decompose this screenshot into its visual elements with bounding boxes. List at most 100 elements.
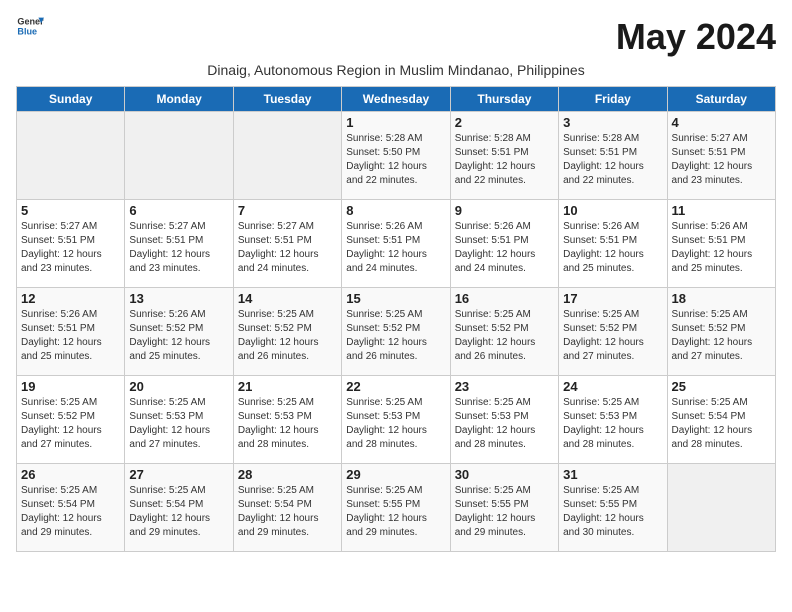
- month-title: May 2024: [616, 16, 776, 58]
- calendar-cell: 21 Sunrise: 5:25 AMSunset: 5:53 PMDayligh…: [233, 376, 341, 464]
- day-number: 21: [238, 379, 337, 394]
- day-info: Sunrise: 5:25 AMSunset: 5:54 PMDaylight:…: [672, 396, 771, 452]
- day-info: Sunrise: 5:26 AMSunset: 5:51 PMDaylight:…: [672, 220, 771, 276]
- day-info: Sunrise: 5:25 AMSunset: 5:53 PMDaylight:…: [129, 396, 228, 452]
- calendar-cell: 15 Sunrise: 5:25 AMSunset: 5:52 PMDayligh…: [342, 288, 450, 376]
- calendar-subtitle: Dinaig, Autonomous Region in Muslim Mind…: [16, 62, 776, 78]
- calendar-cell: [233, 112, 341, 200]
- day-info: Sunrise: 5:27 AMSunset: 5:51 PMDaylight:…: [672, 132, 771, 188]
- day-info: Sunrise: 5:25 AMSunset: 5:52 PMDaylight:…: [21, 396, 120, 452]
- day-number: 25: [672, 379, 771, 394]
- calendar-cell: 7 Sunrise: 5:27 AMSunset: 5:51 PMDaylight…: [233, 200, 341, 288]
- weekday-header: Sunday: [17, 87, 125, 112]
- day-info: Sunrise: 5:26 AMSunset: 5:51 PMDaylight:…: [455, 220, 554, 276]
- day-number: 23: [455, 379, 554, 394]
- day-number: 13: [129, 291, 228, 306]
- day-number: 4: [672, 115, 771, 130]
- day-info: Sunrise: 5:25 AMSunset: 5:53 PMDaylight:…: [455, 396, 554, 452]
- day-info: Sunrise: 5:28 AMSunset: 5:51 PMDaylight:…: [563, 132, 662, 188]
- day-number: 5: [21, 203, 120, 218]
- day-info: Sunrise: 5:26 AMSunset: 5:52 PMDaylight:…: [129, 308, 228, 364]
- calendar-cell: 18 Sunrise: 5:25 AMSunset: 5:52 PMDayligh…: [667, 288, 775, 376]
- calendar-cell: 9 Sunrise: 5:26 AMSunset: 5:51 PMDaylight…: [450, 200, 558, 288]
- weekday-header: Thursday: [450, 87, 558, 112]
- day-info: Sunrise: 5:26 AMSunset: 5:51 PMDaylight:…: [346, 220, 445, 276]
- day-number: 2: [455, 115, 554, 130]
- day-number: 10: [563, 203, 662, 218]
- calendar-cell: 10 Sunrise: 5:26 AMSunset: 5:51 PMDayligh…: [559, 200, 667, 288]
- day-number: 11: [672, 203, 771, 218]
- day-info: Sunrise: 5:27 AMSunset: 5:51 PMDaylight:…: [238, 220, 337, 276]
- calendar-cell: 11 Sunrise: 5:26 AMSunset: 5:51 PMDayligh…: [667, 200, 775, 288]
- calendar-cell: 25 Sunrise: 5:25 AMSunset: 5:54 PMDayligh…: [667, 376, 775, 464]
- day-info: Sunrise: 5:25 AMSunset: 5:55 PMDaylight:…: [346, 484, 445, 540]
- calendar-cell: 6 Sunrise: 5:27 AMSunset: 5:51 PMDaylight…: [125, 200, 233, 288]
- day-number: 26: [21, 467, 120, 482]
- calendar-cell: 14 Sunrise: 5:25 AMSunset: 5:52 PMDayligh…: [233, 288, 341, 376]
- day-info: Sunrise: 5:25 AMSunset: 5:53 PMDaylight:…: [238, 396, 337, 452]
- day-number: 17: [563, 291, 662, 306]
- day-number: 8: [346, 203, 445, 218]
- day-info: Sunrise: 5:25 AMSunset: 5:52 PMDaylight:…: [346, 308, 445, 364]
- day-number: 6: [129, 203, 228, 218]
- day-number: 30: [455, 467, 554, 482]
- calendar-cell: 12 Sunrise: 5:26 AMSunset: 5:51 PMDayligh…: [17, 288, 125, 376]
- day-number: 1: [346, 115, 445, 130]
- day-info: Sunrise: 5:25 AMSunset: 5:52 PMDaylight:…: [563, 308, 662, 364]
- day-number: 3: [563, 115, 662, 130]
- day-info: Sunrise: 5:25 AMSunset: 5:52 PMDaylight:…: [455, 308, 554, 364]
- calendar-cell: [667, 464, 775, 552]
- day-number: 24: [563, 379, 662, 394]
- svg-text:Blue: Blue: [17, 26, 37, 36]
- day-number: 28: [238, 467, 337, 482]
- calendar-cell: 29 Sunrise: 5:25 AMSunset: 5:55 PMDayligh…: [342, 464, 450, 552]
- calendar-cell: [17, 112, 125, 200]
- calendar-cell: 17 Sunrise: 5:25 AMSunset: 5:52 PMDayligh…: [559, 288, 667, 376]
- day-info: Sunrise: 5:25 AMSunset: 5:55 PMDaylight:…: [455, 484, 554, 540]
- day-info: Sunrise: 5:25 AMSunset: 5:52 PMDaylight:…: [238, 308, 337, 364]
- weekday-header: Wednesday: [342, 87, 450, 112]
- weekday-header: Saturday: [667, 87, 775, 112]
- weekday-header: Monday: [125, 87, 233, 112]
- day-number: 14: [238, 291, 337, 306]
- day-info: Sunrise: 5:25 AMSunset: 5:55 PMDaylight:…: [563, 484, 662, 540]
- day-number: 12: [21, 291, 120, 306]
- calendar-cell: 8 Sunrise: 5:26 AMSunset: 5:51 PMDaylight…: [342, 200, 450, 288]
- day-info: Sunrise: 5:26 AMSunset: 5:51 PMDaylight:…: [563, 220, 662, 276]
- day-info: Sunrise: 5:25 AMSunset: 5:54 PMDaylight:…: [238, 484, 337, 540]
- day-info: Sunrise: 5:25 AMSunset: 5:53 PMDaylight:…: [563, 396, 662, 452]
- day-info: Sunrise: 5:26 AMSunset: 5:51 PMDaylight:…: [21, 308, 120, 364]
- calendar-cell: 19 Sunrise: 5:25 AMSunset: 5:52 PMDayligh…: [17, 376, 125, 464]
- logo: General Blue: [16, 16, 44, 40]
- day-number: 18: [672, 291, 771, 306]
- calendar-cell: 30 Sunrise: 5:25 AMSunset: 5:55 PMDayligh…: [450, 464, 558, 552]
- day-info: Sunrise: 5:25 AMSunset: 5:54 PMDaylight:…: [21, 484, 120, 540]
- day-info: Sunrise: 5:28 AMSunset: 5:50 PMDaylight:…: [346, 132, 445, 188]
- calendar-cell: 22Sunrise: 5:25 AMSunset: 5:53 PMDayligh…: [342, 376, 450, 464]
- day-info: Sunrise: 5:27 AMSunset: 5:51 PMDaylight:…: [21, 220, 120, 276]
- day-number: 22: [346, 379, 445, 394]
- day-info: Sunrise: 5:25 AMSunset: 5:52 PMDaylight:…: [672, 308, 771, 364]
- calendar-cell: 4 Sunrise: 5:27 AMSunset: 5:51 PMDaylight…: [667, 112, 775, 200]
- day-number: 9: [455, 203, 554, 218]
- day-number: 29: [346, 467, 445, 482]
- day-info: Sunrise: 5:27 AMSunset: 5:51 PMDaylight:…: [129, 220, 228, 276]
- weekday-header: Friday: [559, 87, 667, 112]
- day-info: Sunrise: 5:28 AMSunset: 5:51 PMDaylight:…: [455, 132, 554, 188]
- day-number: 7: [238, 203, 337, 218]
- day-number: 20: [129, 379, 228, 394]
- calendar-cell: 1 Sunrise: 5:28 AMSunset: 5:50 PMDaylight…: [342, 112, 450, 200]
- calendar-cell: 31Sunrise: 5:25 AMSunset: 5:55 PMDayligh…: [559, 464, 667, 552]
- day-number: 19: [21, 379, 120, 394]
- day-number: 15: [346, 291, 445, 306]
- calendar-cell: [125, 112, 233, 200]
- calendar-cell: 3 Sunrise: 5:28 AMSunset: 5:51 PMDaylight…: [559, 112, 667, 200]
- calendar-cell: 26 Sunrise: 5:25 AMSunset: 5:54 PMDayligh…: [17, 464, 125, 552]
- calendar-cell: 5 Sunrise: 5:27 AMSunset: 5:51 PMDaylight…: [17, 200, 125, 288]
- day-number: 27: [129, 467, 228, 482]
- day-number: 16: [455, 291, 554, 306]
- calendar-cell: 20 Sunrise: 5:25 AMSunset: 5:53 PMDayligh…: [125, 376, 233, 464]
- calendar-cell: 2 Sunrise: 5:28 AMSunset: 5:51 PMDaylight…: [450, 112, 558, 200]
- calendar-cell: 23 Sunrise: 5:25 AMSunset: 5:53 PMDayligh…: [450, 376, 558, 464]
- calendar-cell: 24 Sunrise: 5:25 AMSunset: 5:53 PMDayligh…: [559, 376, 667, 464]
